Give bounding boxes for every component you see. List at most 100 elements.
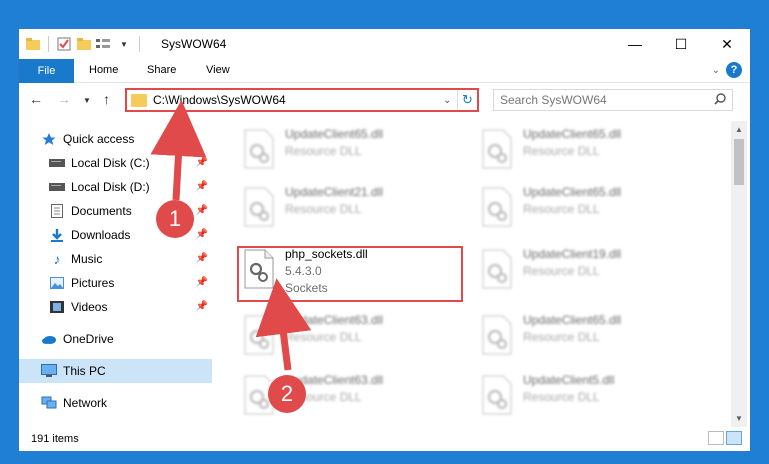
expand-ribbon-icon[interactable]: ⌄ xyxy=(712,65,720,76)
customize-toolbar-icon[interactable]: ▼ xyxy=(116,36,132,52)
file-item[interactable]: UpdateClient65.dll Resource DLL xyxy=(477,125,707,179)
file-name: UpdateClient63.dll xyxy=(285,313,384,327)
sidebar-item-videos[interactable]: Videos 📌 xyxy=(19,295,212,319)
file-item[interactable]: UpdateClient65.dll Resource DLL xyxy=(239,125,469,179)
file-description: Resource DLL xyxy=(523,390,600,404)
file-name: UpdateClient5.dll xyxy=(523,373,615,387)
sidebar-item-local-disk-d[interactable]: Local Disk (D:) 📌 xyxy=(19,175,212,199)
file-description: Resource DLL xyxy=(523,144,600,158)
properties-icon[interactable] xyxy=(56,36,72,52)
toolbar-divider xyxy=(48,36,49,52)
file-description: Resource DLL xyxy=(523,264,600,278)
sidebar-item-onedrive[interactable]: OneDrive xyxy=(19,327,212,351)
help-icon[interactable]: ? xyxy=(726,62,742,78)
recent-locations-icon[interactable]: ▼ xyxy=(83,96,91,105)
file-name: UpdateClient19.dll xyxy=(523,247,622,261)
toolbar-divider xyxy=(139,36,140,52)
sidebar-item-label: Documents xyxy=(71,204,132,218)
folder-icon xyxy=(131,93,147,107)
downloads-icon xyxy=(49,227,65,243)
back-arrow-icon[interactable]: ← xyxy=(29,91,43,107)
tab-view[interactable]: View xyxy=(206,64,230,76)
file-name: UpdateClient65.dll xyxy=(523,127,622,141)
new-folder-icon[interactable] xyxy=(76,36,92,52)
sidebar-item-this-pc[interactable]: This PC xyxy=(19,359,212,383)
pin-icon[interactable]: 📌 xyxy=(196,253,208,264)
navigation-bar: ← → ▼ ↑ C:\Windows\SysWOW64 ⌄ ↻ Search S… xyxy=(19,83,750,117)
item-count: 191 items xyxy=(31,433,79,445)
tab-share[interactable]: Share xyxy=(147,64,176,76)
documents-icon xyxy=(49,203,65,219)
search-placeholder: Search SysWOW64 xyxy=(500,93,607,107)
close-button[interactable]: ✕ xyxy=(704,29,750,59)
file-item[interactable]: UpdateClient65.dll Resource DLL xyxy=(477,311,707,365)
forward-arrow-icon[interactable]: → xyxy=(57,91,71,107)
videos-icon xyxy=(49,299,65,315)
details-view-icon[interactable] xyxy=(708,431,724,445)
callout-step-1: 1 xyxy=(156,200,194,238)
sidebar-item-pictures[interactable]: Pictures 📌 xyxy=(19,271,212,295)
view-options-icon[interactable] xyxy=(96,36,112,52)
tab-home[interactable]: Home xyxy=(89,64,118,76)
chevron-down-icon[interactable]: ⌄ xyxy=(443,95,457,106)
pin-icon[interactable]: 📌 xyxy=(196,277,208,288)
sidebar-item-music[interactable]: ♪ Music 📌 xyxy=(19,247,212,271)
file-name: UpdateClient21.dll xyxy=(285,185,384,199)
pictures-icon xyxy=(49,275,65,291)
search-input[interactable]: Search SysWOW64 xyxy=(493,89,733,111)
sidebar-item-label: OneDrive xyxy=(63,332,114,346)
sidebar-item-label: Downloads xyxy=(71,228,131,242)
star-icon xyxy=(41,131,57,147)
drive-icon xyxy=(49,179,65,195)
file-description: Resource DLL xyxy=(523,202,600,216)
pin-icon[interactable]: 📌 xyxy=(196,301,208,312)
sidebar-item-label: Music xyxy=(71,252,103,266)
refresh-icon[interactable]: ↻ xyxy=(457,90,477,110)
pin-icon[interactable]: 📌 xyxy=(196,181,208,192)
file-item[interactable]: UpdateClient63.dll Resource DLL xyxy=(239,311,469,365)
sidebar-item-local-disk-c[interactable]: Local Disk (C:) 📌 xyxy=(19,151,212,175)
sidebar-item-quick-access[interactable]: Quick access xyxy=(19,127,212,151)
drive-icon xyxy=(49,155,65,171)
file-description: Resource DLL xyxy=(285,330,362,344)
address-path[interactable]: C:\Windows\SysWOW64 xyxy=(153,93,443,107)
window-title: SysWOW64 xyxy=(161,37,227,51)
address-bar[interactable]: C:\Windows\SysWOW64 ⌄ ↻ xyxy=(125,88,479,112)
scroll-down-icon[interactable]: ▼ xyxy=(735,414,743,423)
status-bar: 191 items xyxy=(19,427,750,451)
ribbon-controls: ⌄ ? xyxy=(712,62,742,78)
navigation-pane: Quick access Local Disk (C:) 📌 Local Dis… xyxy=(19,121,212,421)
highlight-box-file xyxy=(237,246,463,302)
scroll-up-icon[interactable]: ▲ xyxy=(735,125,743,134)
dll-file-icon xyxy=(239,311,279,359)
vertical-scrollbar[interactable]: ▲ ▼ xyxy=(731,121,747,427)
search-icon[interactable] xyxy=(714,93,726,108)
file-name: UpdateClient65.dll xyxy=(523,185,622,199)
file-tab[interactable]: File xyxy=(19,59,74,83)
dll-file-icon xyxy=(477,371,517,419)
dll-file-icon xyxy=(239,125,279,173)
folder-icon[interactable] xyxy=(25,36,41,52)
maximize-button[interactable]: ☐ xyxy=(658,29,704,59)
dll-file-icon xyxy=(477,245,517,293)
callout-step-2: 2 xyxy=(268,375,306,413)
large-icons-view-icon[interactable] xyxy=(726,431,742,445)
pin-icon[interactable]: 📌 xyxy=(196,229,208,240)
pin-icon[interactable]: 📌 xyxy=(196,157,208,168)
dll-file-icon xyxy=(477,183,517,231)
sidebar-item-label: Videos xyxy=(71,300,108,314)
scrollbar-thumb[interactable] xyxy=(734,139,744,185)
file-description: Resource DLL xyxy=(285,202,362,216)
sidebar-item-label: Local Disk (D:) xyxy=(71,180,150,194)
pin-icon[interactable]: 📌 xyxy=(196,205,208,216)
file-item[interactable]: UpdateClient65.dll Resource DLL xyxy=(477,183,707,237)
sidebar-item-label: Local Disk (C:) xyxy=(71,156,150,170)
minimize-button[interactable]: — xyxy=(612,29,658,59)
file-item[interactable]: UpdateClient5.dll Resource DLL xyxy=(477,371,707,425)
sidebar-item-network[interactable]: Network xyxy=(19,391,212,415)
file-item[interactable]: UpdateClient19.dll Resource DLL xyxy=(477,245,707,299)
file-item[interactable]: UpdateClient21.dll Resource DLL xyxy=(239,183,469,237)
window-controls: — ☐ ✕ xyxy=(612,29,750,59)
network-icon xyxy=(41,395,57,411)
up-arrow-icon[interactable]: ↑ xyxy=(103,91,110,107)
